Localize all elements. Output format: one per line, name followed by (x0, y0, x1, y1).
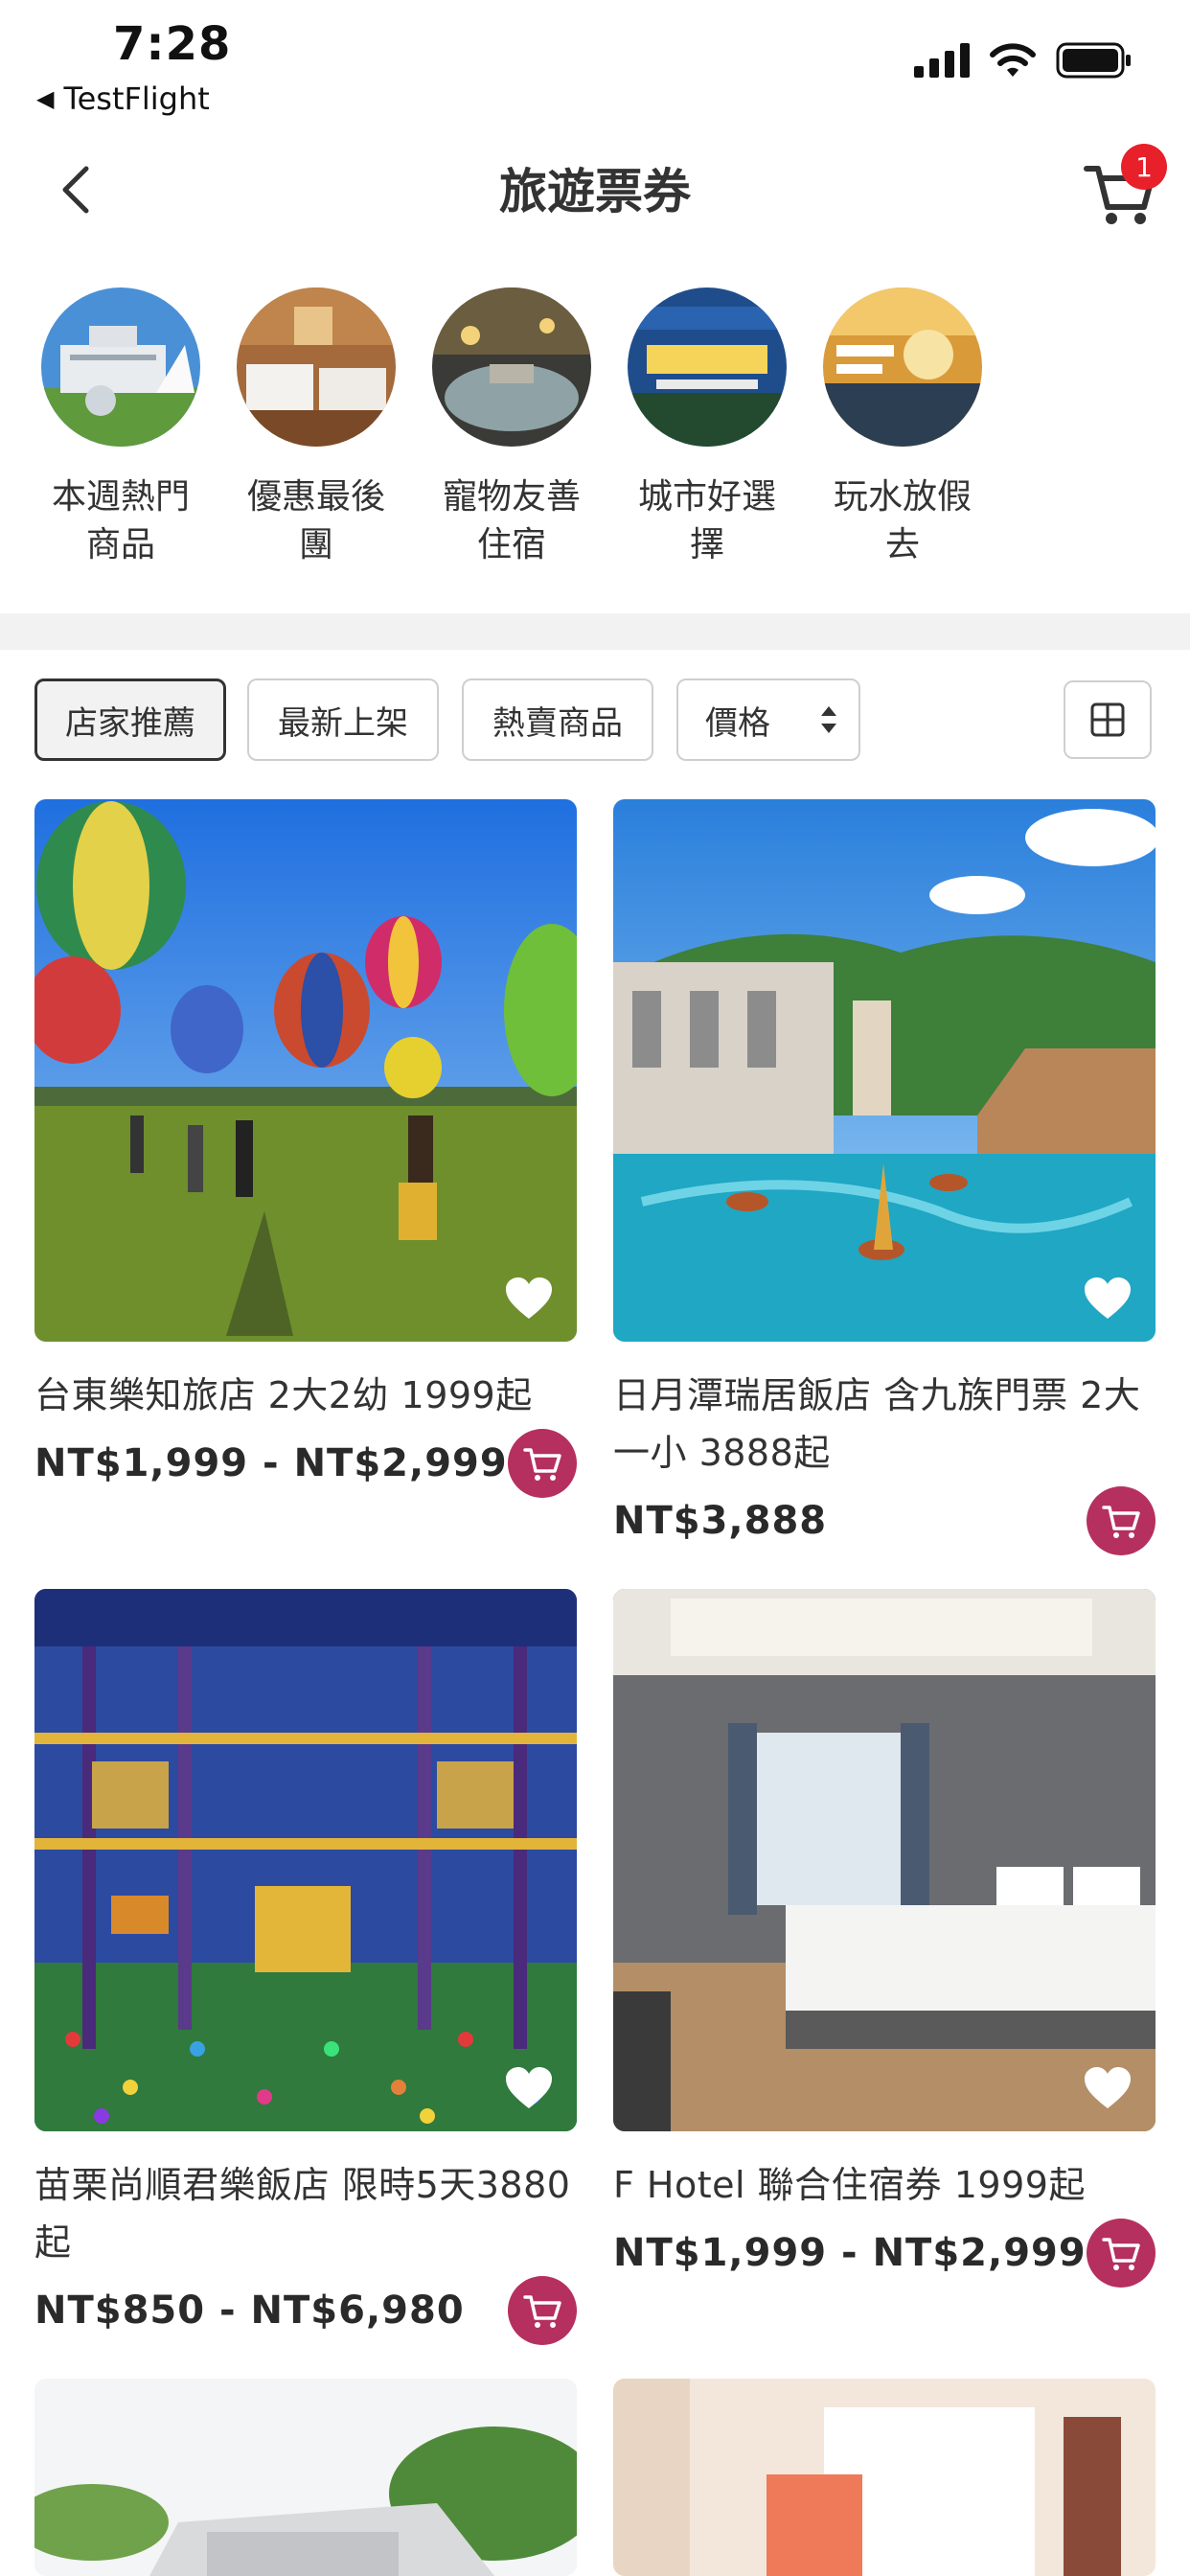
category-item-hot[interactable]: 本週熱門商品 (23, 288, 218, 569)
status-icons (914, 42, 1133, 79)
cart-icon (523, 1448, 561, 1481)
category-label: 玩水放假去 (833, 477, 972, 564)
product-title: 台東樂知旅店 2大2幼 1999起 (34, 1374, 533, 1416)
price-row: NT$1,999 - NT$2,999 (34, 1429, 577, 1498)
grid-icon (1090, 702, 1125, 737)
product-title: 苗栗尚順君樂飯店 限時5天3880起 (34, 2164, 571, 2264)
product-price: NT$3,888 (613, 1499, 828, 1543)
product-title: 日月潭瑞居飯店 含九族門票 2大一小 3888起 (613, 1374, 1141, 1474)
category-image (823, 288, 982, 447)
category-image (628, 288, 787, 447)
favorite-heart-icon[interactable] (1081, 1275, 1134, 1322)
category-row: 本週熱門商品 優惠最後團 寵物友善住宿 城市好選擇 玩水放假去 (0, 288, 1190, 585)
product-title: F Hotel 聯合住宿券 1999起 (613, 2164, 1086, 2206)
category-label: 本週熱門商品 (51, 477, 190, 564)
price-row: NT$3,888 (613, 1486, 1156, 1555)
filter-recommended[interactable]: 店家推薦 (34, 678, 226, 761)
category-image (432, 288, 591, 447)
nav-bar: 旅遊票券 (0, 134, 1190, 244)
category-image (41, 288, 200, 447)
category-item-water-fun[interactable]: 玩水放假去 (805, 288, 1000, 569)
product-image[interactable] (34, 2379, 577, 2576)
price-row: NT$1,999 - NT$2,999 (613, 2219, 1156, 2288)
favorite-heart-icon[interactable] (1081, 2064, 1134, 2112)
category-label: 城市好選擇 (637, 477, 776, 564)
back-triangle-icon: ◀ (36, 85, 55, 112)
cart-icon (1102, 1506, 1140, 1538)
product-image[interactable] (613, 2379, 1156, 2576)
add-to-cart-button[interactable] (1087, 2219, 1156, 2288)
filter-bar: 店家推薦 最新上架 熱賣商品 價格 (34, 678, 1156, 765)
filter-price-label: 價格 (705, 703, 770, 743)
filter-newest[interactable]: 最新上架 (247, 678, 439, 761)
add-to-cart-button[interactable] (508, 2276, 577, 2345)
add-to-cart-button[interactable] (1087, 1486, 1156, 1555)
product-image[interactable] (613, 799, 1156, 1342)
back-to-app-link[interactable]: ◀ TestFlight (36, 80, 210, 117)
status-bar: 7:28 ◀ TestFlight (0, 0, 1190, 129)
category-label: 優惠最後團 (246, 477, 385, 564)
product-price: NT$850 - NT$6,980 (34, 2288, 465, 2333)
cart-icon (523, 2295, 561, 2328)
product-price: NT$1,999 - NT$2,999 (34, 1441, 508, 1485)
cart-count-badge: 1 (1121, 144, 1167, 190)
product-card[interactable]: 日月潭瑞居飯店 含九族門票 2大一小 3888起 NT$3,888 (613, 799, 1156, 1555)
favorite-heart-icon[interactable] (502, 2064, 556, 2112)
favorite-heart-icon[interactable] (502, 1275, 556, 1322)
grid-view-toggle[interactable] (1064, 680, 1152, 759)
wifi-icon (990, 43, 1036, 77)
add-to-cart-button[interactable] (508, 1429, 577, 1498)
category-item-city[interactable]: 城市好選擇 (609, 288, 805, 569)
product-card[interactable] (613, 2379, 1156, 2576)
product-image[interactable] (34, 799, 577, 1342)
category-image (237, 288, 396, 447)
category-item-last-deal[interactable]: 優惠最後團 (218, 288, 414, 569)
page-title: 旅遊票券 (499, 164, 691, 219)
product-card[interactable] (34, 2379, 577, 2576)
sort-icon (821, 706, 836, 733)
product-price: NT$1,999 - NT$2,999 (613, 2231, 1087, 2275)
product-image[interactable] (34, 1589, 577, 2131)
product-card[interactable]: 台東樂知旅店 2大2幼 1999起 NT$1,999 - NT$2,999 (34, 799, 577, 1498)
battery-icon (1056, 42, 1131, 79)
product-card[interactable]: 苗栗尚順君樂飯店 限時5天3880起 NT$850 - NT$6,980 (34, 1589, 577, 2345)
category-item-pet-friendly[interactable]: 寵物友善住宿 (414, 288, 609, 569)
price-row: NT$850 - NT$6,980 (34, 2276, 577, 2345)
status-time: 7:28 (113, 17, 232, 71)
category-label: 寵物友善住宿 (442, 477, 581, 564)
product-card[interactable]: F Hotel 聯合住宿券 1999起 NT$1,999 - NT$2,999 (613, 1589, 1156, 2288)
product-image[interactable] (613, 1589, 1156, 2131)
filter-best-selling[interactable]: 熱賣商品 (462, 678, 653, 761)
filter-price[interactable]: 價格 (676, 678, 860, 761)
cart-icon (1102, 2238, 1140, 2270)
section-divider (0, 613, 1190, 650)
back-app-label: TestFlight (63, 80, 210, 117)
signal-icon (914, 43, 970, 78)
